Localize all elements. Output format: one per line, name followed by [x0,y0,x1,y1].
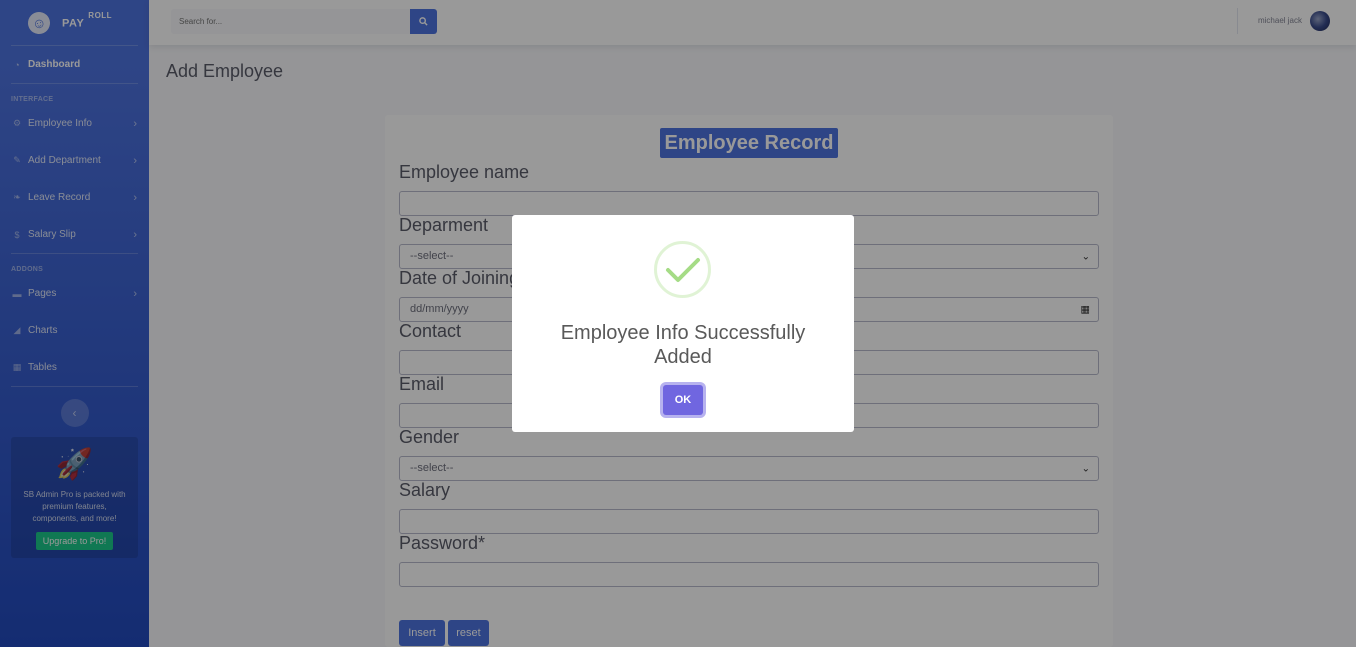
modal-title: Employee Info Successfully Added [560,322,806,368]
ok-button[interactable]: OK [663,385,703,415]
checkmark-icon [665,257,700,282]
success-modal: Employee Info Successfully Added OK [512,215,854,432]
success-check-icon [654,241,711,298]
